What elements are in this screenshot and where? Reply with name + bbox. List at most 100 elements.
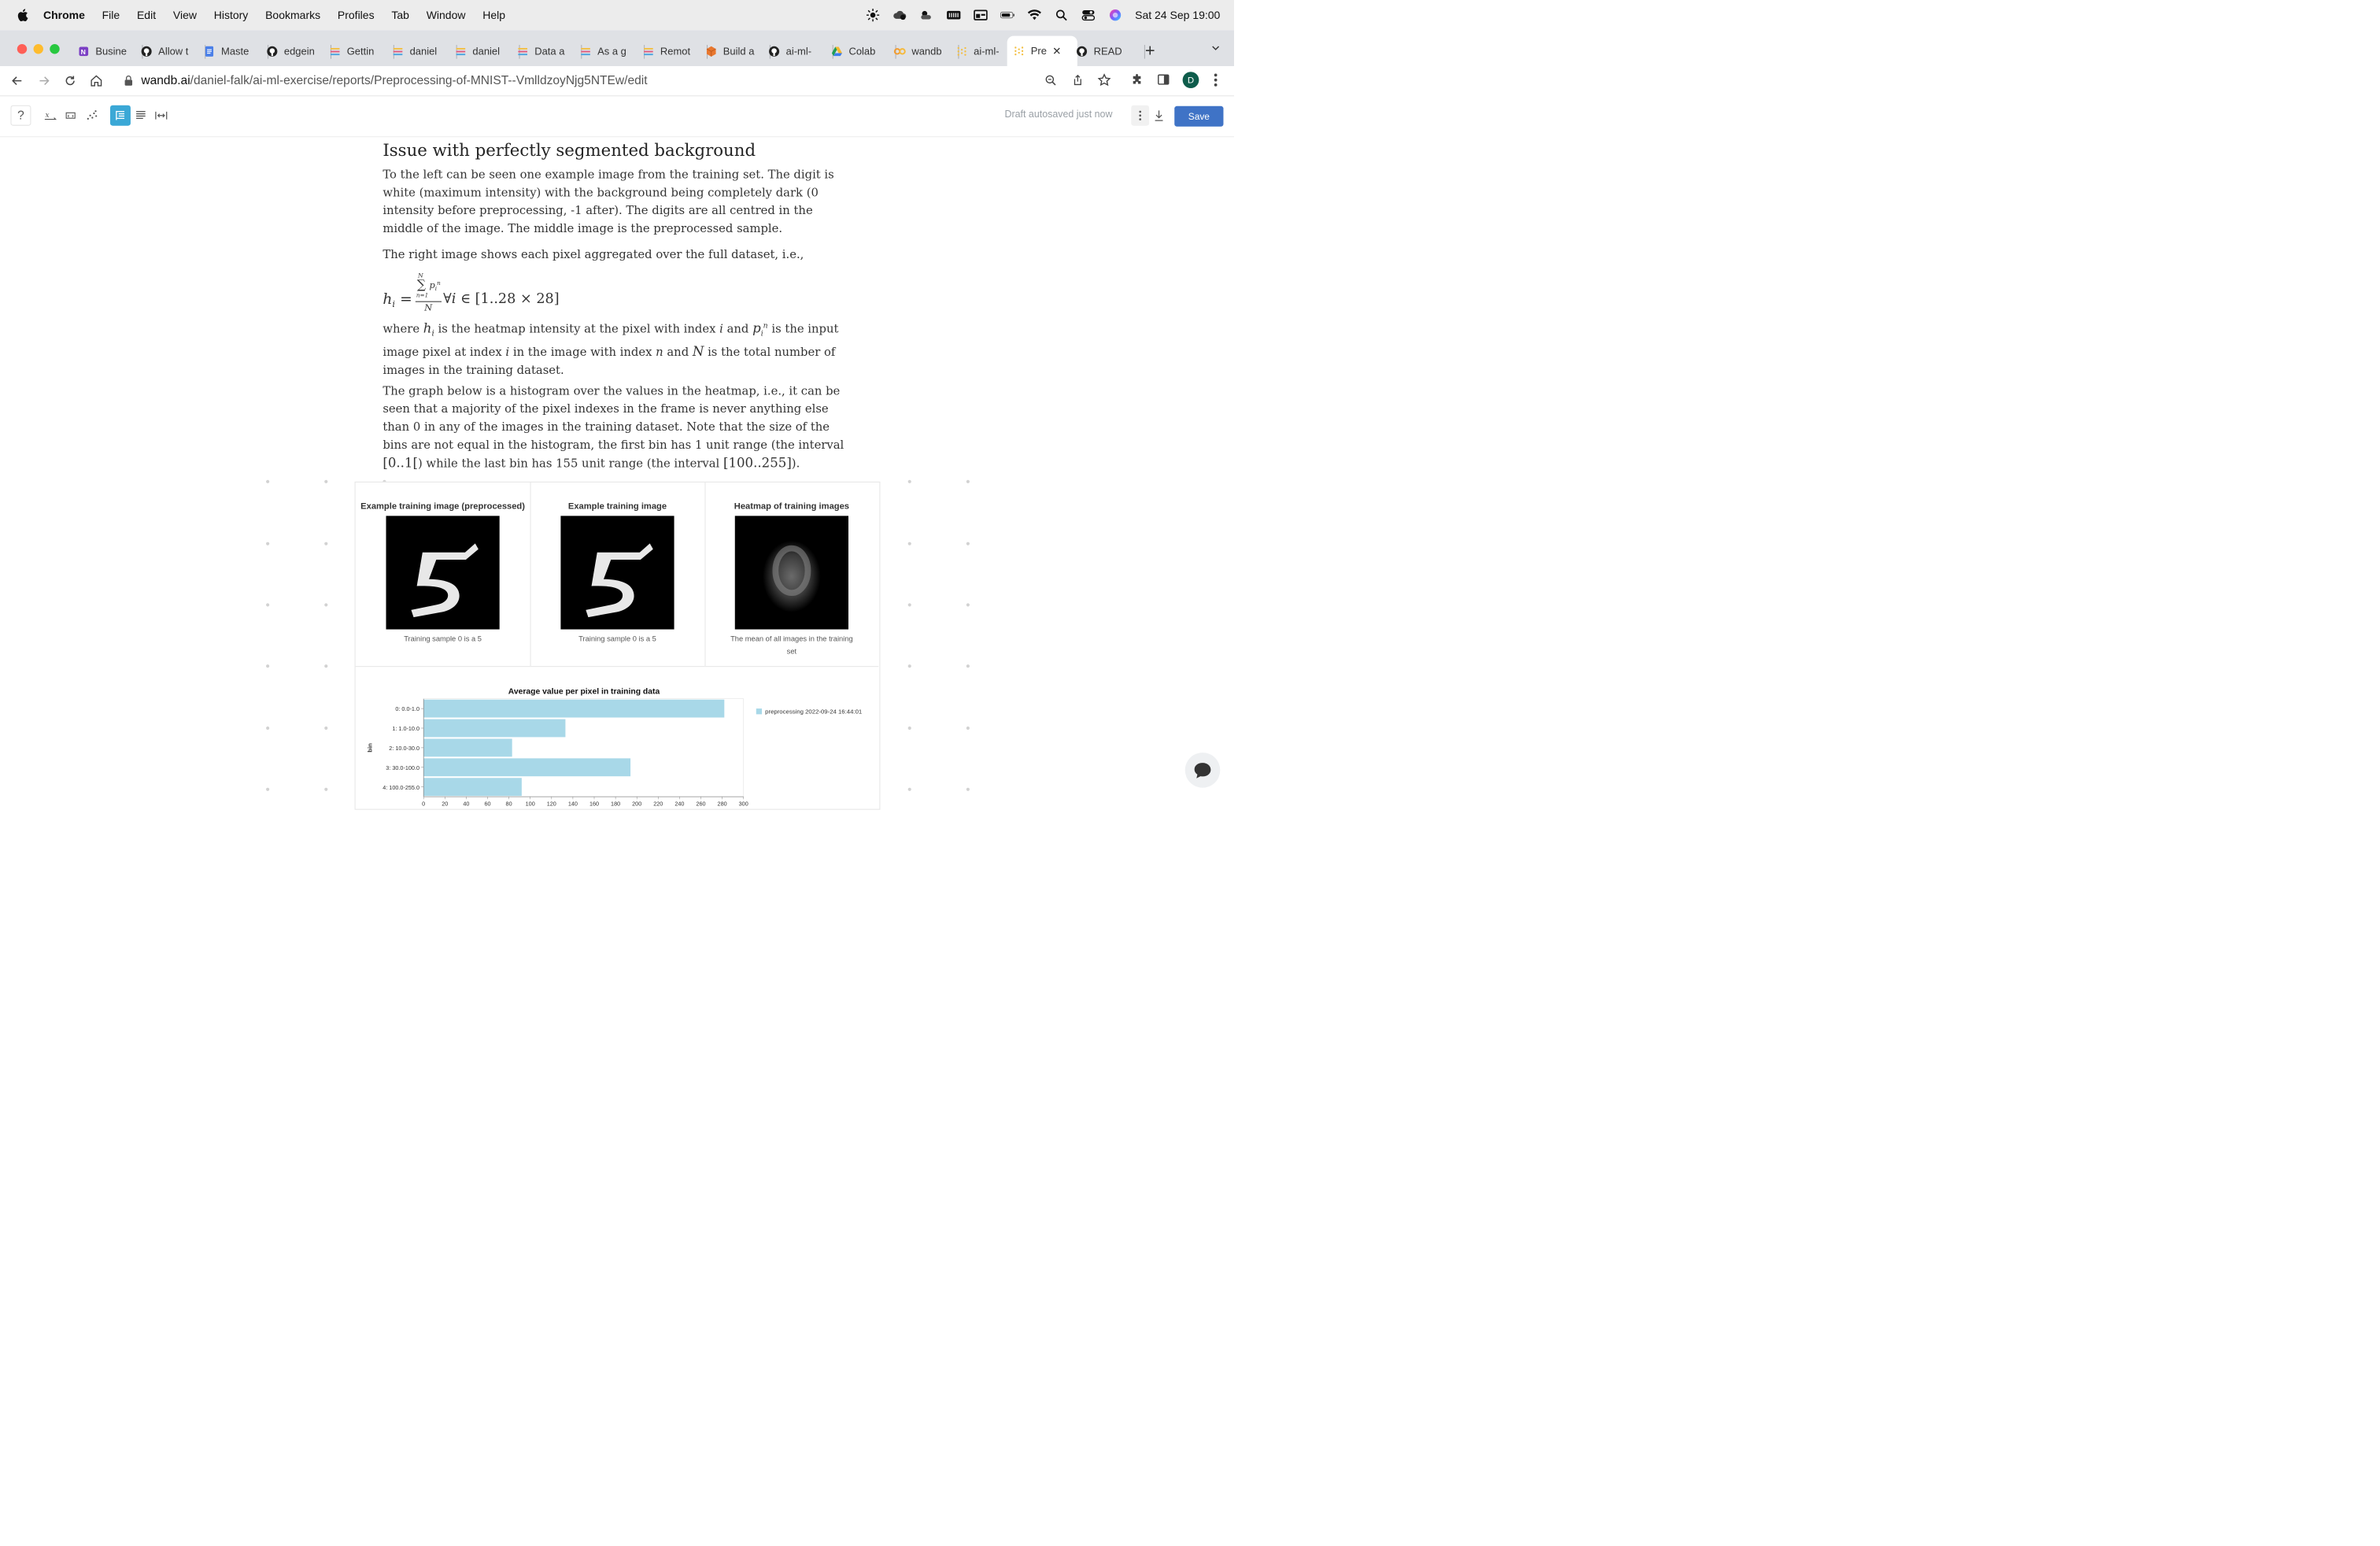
tab-label: daniel <box>472 45 501 57</box>
align-left-icon[interactable] <box>109 105 131 126</box>
profile-avatar[interactable]: D <box>1182 72 1199 88</box>
menu-file[interactable]: File <box>102 9 120 21</box>
tab-close-icon[interactable]: ✕ <box>1052 45 1061 57</box>
window-icon[interactable] <box>974 9 989 21</box>
side-panel-icon[interactable] <box>1157 73 1170 87</box>
browser-tab[interactable]: Maste <box>198 39 269 64</box>
bar-chart-average-value-per-pixel[interactable]: Average value per pixel in training data… <box>356 667 879 808</box>
sun-status-icon[interactable] <box>866 9 881 22</box>
minimize-window-button[interactable] <box>33 43 43 54</box>
extensions-puzzle-icon[interactable] <box>1130 73 1144 88</box>
browser-tab[interactable]: wandb <box>888 39 959 64</box>
browser-tab[interactable]: Build a <box>700 39 771 64</box>
siri-icon[interactable] <box>1108 9 1123 21</box>
menu-history[interactable]: History <box>214 9 249 21</box>
browser-tab[interactable]: ai-ml- <box>950 39 1016 64</box>
zoom-window-button[interactable] <box>50 43 60 54</box>
wandb-icon <box>392 46 405 58</box>
x-tick-label: 220 <box>653 801 663 808</box>
scatter-panel-icon[interactable] <box>82 105 102 126</box>
help-question-icon[interactable]: ? <box>10 105 31 126</box>
align-justify-icon[interactable] <box>131 105 151 126</box>
browser-tab[interactable]: Gettin <box>323 39 394 64</box>
paragraph-where[interactable]: where hi is the heatmap intensity at the… <box>382 316 856 379</box>
more-options-icon[interactable] <box>1131 105 1150 126</box>
browser-tab[interactable]: daniel <box>449 39 520 64</box>
browser-tab[interactable]: READ <box>1070 39 1145 64</box>
menu-bookmarks[interactable]: Bookmarks <box>265 9 320 21</box>
battery-icon[interactable] <box>1000 9 1015 21</box>
tab-search-chevron-icon[interactable] <box>1210 43 1221 55</box>
new-tab-icon[interactable]: + <box>1145 41 1155 61</box>
weather-alert-icon[interactable] <box>919 9 934 21</box>
wifi-icon[interactable] <box>1027 9 1042 21</box>
url-text[interactable]: wandb.ai/daniel-falk/ai-ml-exercise/repo… <box>141 73 647 87</box>
close-window-button[interactable] <box>17 43 28 54</box>
code-block-icon[interactable] <box>61 105 81 126</box>
browser-tab[interactable]: Remot <box>637 39 708 64</box>
paragraph-heatmap-intro[interactable]: The right image shows each pixel aggrega… <box>382 246 856 264</box>
download-icon[interactable] <box>1150 105 1168 126</box>
bar <box>423 699 725 718</box>
back-arrow-icon[interactable] <box>8 72 26 90</box>
panel-preprocessed-image[interactable]: Example training image (preprocessed) Tr… <box>356 482 531 667</box>
paragraph-intro[interactable]: To the left can be seen one example imag… <box>382 166 856 238</box>
browser-tab[interactable]: Data a <box>511 39 582 64</box>
menu-tab[interactable]: Tab <box>391 9 409 21</box>
share-icon[interactable] <box>1072 73 1085 88</box>
forward-arrow-icon[interactable] <box>35 72 54 90</box>
grid-dot <box>324 726 328 730</box>
inline-latex-icon[interactable]: x <box>40 105 61 126</box>
home-icon[interactable] <box>87 72 105 90</box>
grid-dot <box>324 479 328 483</box>
menu-help[interactable]: Help <box>482 9 505 21</box>
save-button[interactable]: Save <box>1174 105 1224 127</box>
full-width-icon[interactable] <box>151 105 172 126</box>
drive-icon <box>831 46 844 58</box>
grid-dot <box>266 542 270 546</box>
draft-status-text: Draft autosaved just now <box>1004 108 1113 120</box>
bar <box>423 758 631 777</box>
apple-icon[interactable] <box>16 7 31 23</box>
bookmark-star-icon[interactable] <box>1097 73 1111 88</box>
menu-window[interactable]: Window <box>427 9 466 21</box>
tab-label: Remot <box>660 45 691 57</box>
browser-tab[interactable]: ai-ml- <box>763 39 833 64</box>
panel-heatmap[interactable]: Heatmap of training images The mean of a… <box>704 483 878 666</box>
browser-tab[interactable]: Colab <box>825 39 896 64</box>
panel-grid: Example training image (preprocessed) Tr… <box>354 481 881 810</box>
browser-tab[interactable]: edgein <box>261 39 332 64</box>
reload-icon[interactable] <box>61 72 79 90</box>
panel-caption: Training sample 0 is a 5 <box>578 634 656 643</box>
section-heading[interactable]: Issue with perfectly segmented backgroun… <box>382 140 756 160</box>
lock-icon[interactable] <box>124 75 133 88</box>
browser-tab[interactable]: N Busine <box>72 39 143 64</box>
spotlight-search-icon[interactable] <box>1054 9 1069 21</box>
url-omnibox[interactable]: wandb.ai/daniel-falk/ai-ml-exercise/repo… <box>116 69 1089 92</box>
panel-caption: The mean of all images in the training s… <box>730 634 853 656</box>
browser-tab[interactable]: daniel <box>386 39 457 64</box>
chat-support-button[interactable] <box>1184 753 1221 788</box>
paragraph-histogram[interactable]: The graph below is a histogram over the … <box>382 382 856 472</box>
browser-tab[interactable]: Pre ✕ <box>1007 35 1077 66</box>
heatmap-formula[interactable]: hi = N ∑ n=1 pin N ∀i ∈ [1..28 × 28] <box>382 271 627 320</box>
legend-swatch <box>756 708 763 715</box>
clock[interactable]: Sat 24 Sep 19:00 <box>1135 9 1220 21</box>
menu-view[interactable]: View <box>173 9 197 21</box>
y-tick-label: 3: 30.0-100.0 <box>386 764 419 771</box>
browser-tab[interactable]: As a g <box>574 39 645 64</box>
panel-training-image[interactable]: Example training image Training sample 0… <box>530 482 706 667</box>
browser-tab[interactable]: Allow t <box>135 39 206 64</box>
y-tick-label: 1: 1.0-10.0 <box>392 725 419 732</box>
keyboard-icon[interactable] <box>947 9 962 21</box>
zoom-magnifier-icon[interactable] <box>1044 74 1057 88</box>
chrome-menu-kebab-icon[interactable] <box>1213 72 1218 89</box>
control-center-icon[interactable] <box>1081 9 1096 21</box>
grid-dot <box>266 479 270 483</box>
tab-label: Build a <box>722 45 755 57</box>
menu-profiles[interactable]: Profiles <box>338 9 375 21</box>
grid-dot <box>907 603 911 607</box>
cloud-sync-icon[interactable] <box>893 9 907 21</box>
menu-edit[interactable]: Edit <box>137 9 156 21</box>
menu-app-name[interactable]: Chrome <box>43 9 85 21</box>
